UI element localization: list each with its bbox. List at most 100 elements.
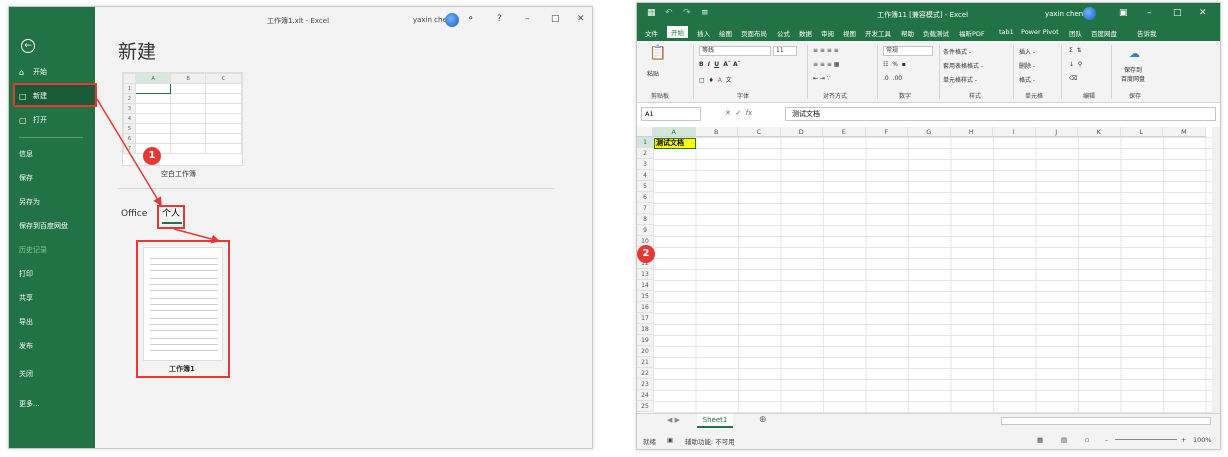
close-icon[interactable]: ✕ (1199, 8, 1207, 18)
row-header-4[interactable]: 4 (637, 170, 653, 181)
worksheet-grid[interactable]: 测试文档 ABCDEFGHIJKLM1234567891011121314151… (637, 127, 1220, 413)
row-header-14[interactable]: 14 (637, 280, 653, 291)
tab-foxit-pdf[interactable]: 福昕PDF (959, 28, 985, 38)
tab-page-layout[interactable]: 页面布局 (741, 28, 767, 38)
tab-tab1[interactable]: tab1 (999, 28, 1014, 36)
cell-gridlines[interactable] (653, 137, 1213, 413)
redo-icon[interactable]: ↷ (683, 8, 691, 18)
tab-baidu-netdisk[interactable]: 百度网盘 (1091, 28, 1117, 38)
avatar[interactable] (1083, 7, 1096, 20)
column-header-d[interactable]: D (780, 127, 823, 137)
row-header-9[interactable]: 9 (637, 225, 653, 236)
sheet-nav-icon[interactable]: ◀ ▶ (667, 416, 680, 424)
row-header-7[interactable]: 7 (637, 203, 653, 214)
column-header-c[interactable]: C (738, 127, 781, 137)
format-as-table-button[interactable]: 套用表格格式 - (943, 61, 983, 70)
row-header-2[interactable]: 2 (637, 148, 653, 159)
tab-review[interactable]: 审阅 (821, 28, 834, 38)
add-sheet-icon[interactable]: ⊕ (759, 415, 767, 425)
font-color-icon[interactable]: □ ♦ A 文 (699, 75, 732, 84)
tab-data[interactable]: 数据 (799, 28, 812, 38)
font-name-select[interactable]: 等线 (699, 46, 771, 56)
indent-icon[interactable]: ⇤ ⇥ ∵ (813, 75, 831, 82)
autosum-icon[interactable]: Σ ⇅ (1069, 47, 1082, 54)
cell-styles-button[interactable]: 单元格样式 - (943, 75, 977, 84)
row-header-3[interactable]: 3 (637, 159, 653, 170)
paste-button[interactable]: 粘贴 (647, 69, 659, 78)
accessibility-status[interactable]: 辅助功能: 不可用 (685, 436, 735, 446)
paste-icon[interactable]: 📋 (649, 45, 666, 61)
row-header-15[interactable]: 15 (637, 291, 653, 302)
formula-input[interactable]: 测试文档 (785, 107, 1216, 121)
zoom-in-icon[interactable]: + (1181, 436, 1186, 444)
zoom-slider[interactable] (1115, 439, 1177, 440)
insert-cells-button[interactable]: 插入 - (1019, 47, 1035, 56)
column-header-k[interactable]: K (1078, 127, 1121, 137)
row-header-16[interactable]: 16 (637, 302, 653, 313)
maximize-icon[interactable]: □ (1173, 8, 1182, 18)
sheet-tab-sheet1[interactable]: Sheet1 (697, 414, 733, 428)
tab-formulas[interactable]: 公式 (777, 28, 790, 38)
row-header-25[interactable]: 25 (637, 401, 653, 412)
undo-icon[interactable]: ↶ (665, 8, 673, 18)
clear-icon[interactable]: ⌫ (1069, 75, 1077, 82)
row-header-22[interactable]: 22 (637, 368, 653, 379)
tab-insert[interactable]: 插入 (697, 28, 710, 38)
format-cells-button[interactable]: 格式 - (1019, 75, 1035, 84)
font-size-select[interactable]: 11 (773, 46, 797, 56)
decimal-icon[interactable]: .0 .00 (883, 75, 902, 82)
column-header-b[interactable]: B (695, 127, 738, 137)
tab-load-test[interactable]: 负载测试 (923, 28, 949, 38)
tab-view[interactable]: 视图 (843, 28, 856, 38)
tab-home[interactable]: 开始 (667, 26, 688, 38)
normal-view-icon[interactable]: ▦ (1037, 436, 1043, 444)
delete-cells-button[interactable]: 删除 - (1019, 61, 1035, 70)
user-name[interactable]: yaxin chen (1045, 10, 1083, 18)
page-layout-view-icon[interactable]: ▤ (1061, 436, 1067, 444)
cell-a1[interactable]: 测试文档 (654, 138, 696, 149)
row-header-1[interactable]: 1 (637, 137, 653, 148)
function-icon[interactable]: ✕ ✓ fx (725, 109, 752, 117)
row-header-17[interactable]: 17 (637, 313, 653, 324)
macro-record-icon[interactable]: ▣ (667, 436, 673, 444)
row-header-8[interactable]: 8 (637, 214, 653, 225)
column-header-g[interactable]: G (908, 127, 951, 137)
currency-icon[interactable]: ☷ % ▪ (883, 61, 906, 68)
tell-me-search[interactable]: 告诉我 (1137, 28, 1157, 38)
bold-icon[interactable]: B I U Aˆ Aˇ (699, 61, 741, 68)
fill-icon[interactable]: ↓ ⚲ (1069, 61, 1082, 68)
save-to-baidu-button[interactable]: 保存到 百度网盘 (1121, 65, 1145, 83)
tab-developer[interactable]: 开发工具 (865, 28, 891, 38)
minimize-icon[interactable]: – (1147, 8, 1152, 18)
name-box[interactable]: A1 (641, 107, 701, 121)
ribbon-display-icon[interactable]: ▣ (1119, 8, 1128, 18)
horizontal-scrollbar[interactable] (1001, 417, 1211, 425)
zoom-level[interactable]: 100% (1193, 436, 1212, 444)
row-header-19[interactable]: 19 (637, 335, 653, 346)
customize-toolbar-icon[interactable]: ≡ (701, 8, 709, 18)
column-header-j[interactable]: J (1035, 127, 1078, 137)
save-icon[interactable]: ▦ (647, 8, 656, 18)
vertical-scrollbar[interactable] (1212, 127, 1220, 413)
number-format-select[interactable]: 常规 (883, 46, 933, 56)
row-header-24[interactable]: 24 (637, 390, 653, 401)
row-header-6[interactable]: 6 (637, 192, 653, 203)
tab-power-pivot[interactable]: Power Pivot (1021, 28, 1059, 36)
baidu-cloud-icon[interactable]: ☁ (1129, 47, 1140, 60)
column-header-m[interactable]: M (1163, 127, 1206, 137)
column-header-e[interactable]: E (823, 127, 866, 137)
row-header-13[interactable]: 13 (637, 269, 653, 280)
row-header-20[interactable]: 20 (637, 346, 653, 357)
column-header-i[interactable]: I (993, 127, 1036, 137)
tab-help[interactable]: 帮助 (901, 28, 914, 38)
row-header-21[interactable]: 21 (637, 357, 653, 368)
conditional-format-button[interactable]: 条件格式 - (943, 47, 971, 56)
align-horizontal-icon[interactable]: ≡ ≡ ≡ ▦ (813, 61, 839, 68)
column-header-l[interactable]: L (1120, 127, 1163, 137)
column-header-a[interactable]: A (653, 127, 696, 137)
column-header-h[interactable]: H (950, 127, 993, 137)
select-all-corner[interactable] (637, 127, 653, 137)
align-icon[interactable]: ≡ ≡ ≡ ≡ (813, 47, 839, 54)
tab-file[interactable]: 文件 (645, 28, 658, 38)
row-header-23[interactable]: 23 (637, 379, 653, 390)
